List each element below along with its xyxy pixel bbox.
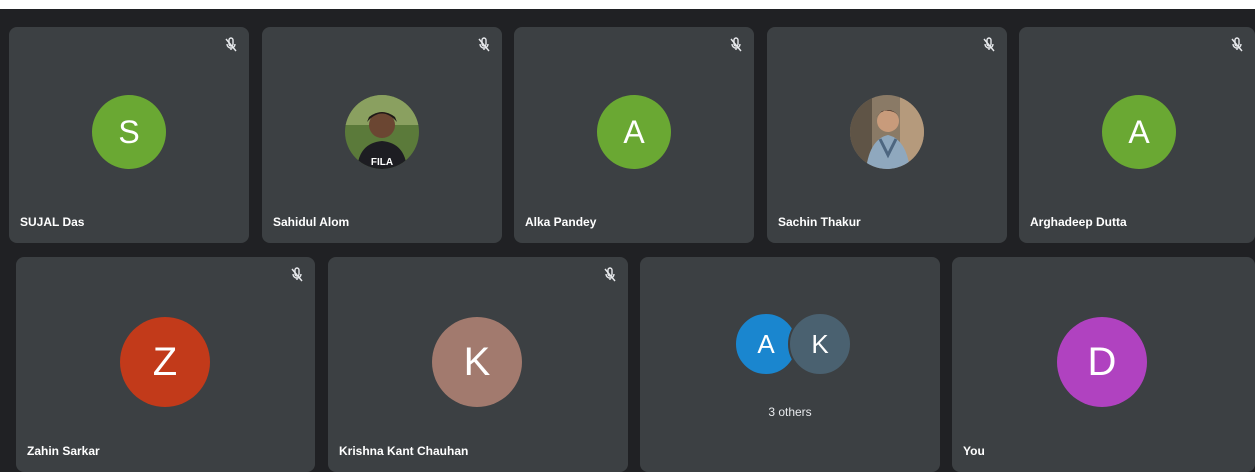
avatar: Z xyxy=(120,317,210,407)
avatar: K xyxy=(788,312,852,376)
participant-tile[interactable]: K Krishna Kant Chauhan xyxy=(328,257,628,472)
participant-name: Sahidul Alom xyxy=(273,215,350,229)
others-count-label: 3 others xyxy=(768,405,812,419)
participant-tile[interactable]: FILA Sahidul Alom xyxy=(262,27,502,243)
others-tile[interactable]: A K 3 others xyxy=(640,257,940,472)
avatar: A xyxy=(597,95,671,169)
participant-tile[interactable]: A Alka Pandey xyxy=(514,27,754,243)
participant-tile[interactable]: A Arghadeep Dutta xyxy=(1019,27,1255,243)
avatar: D xyxy=(1057,317,1147,407)
participant-tile[interactable]: S SUJAL Das xyxy=(9,27,249,243)
mic-off-icon xyxy=(730,37,742,52)
avatar: K xyxy=(432,317,522,407)
participant-tile[interactable]: Sachin Thakur xyxy=(767,27,1007,243)
participant-name: You xyxy=(963,444,985,458)
mic-off-icon xyxy=(291,267,303,282)
mic-off-icon xyxy=(478,37,490,52)
mic-off-icon xyxy=(604,267,616,282)
participant-name: Sachin Thakur xyxy=(778,215,861,229)
self-tile[interactable]: D You xyxy=(952,257,1255,472)
avatar: A xyxy=(1102,95,1176,169)
mic-off-icon xyxy=(1231,37,1243,52)
participant-name: Krishna Kant Chauhan xyxy=(339,444,469,458)
participant-name: Alka Pandey xyxy=(525,215,597,229)
participant-tile[interactable]: Z Zahin Sarkar xyxy=(16,257,315,472)
mic-off-icon xyxy=(225,37,237,52)
meeting-grid: S SUJAL Das FILA Sahidul Alom A Alka Pan… xyxy=(0,9,1255,472)
mic-off-icon xyxy=(983,37,995,52)
participant-name: Arghadeep Dutta xyxy=(1030,215,1127,229)
svg-text:FILA: FILA xyxy=(371,157,393,168)
participant-name: SUJAL Das xyxy=(20,215,85,229)
avatar-photo xyxy=(850,95,924,169)
participant-name: Zahin Sarkar xyxy=(27,444,100,458)
avatar-photo: FILA xyxy=(345,95,419,169)
avatar: S xyxy=(92,95,166,169)
